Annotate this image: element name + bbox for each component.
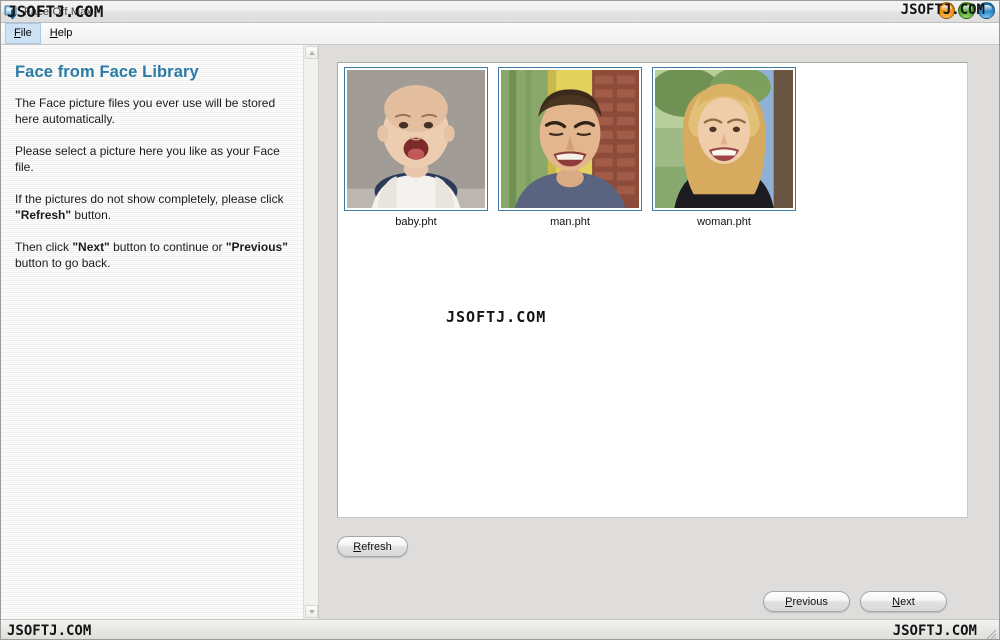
previous-label: revious [792,595,828,608]
thumbnail-image-woman [655,70,793,208]
window-controls [938,2,995,19]
instruction-text: Please select a picture here you like as… [15,144,280,174]
thumbnail-label: man.pht [550,216,590,228]
page-title: Face from Face Library [15,63,199,81]
thumbnail-item-man[interactable]: man.pht [498,67,642,228]
instruction-text: button to continue or [109,240,226,254]
instruction-text: button. [71,208,112,222]
window-title: Face Off Max [24,5,93,18]
thumbnail-label: woman.pht [697,216,751,228]
instruction-paragraph-3: If the pictures do not show completely, … [15,191,297,223]
menu-item-file[interactable]: File [5,23,41,44]
thumbnail-image-man [501,70,639,208]
instruction-emphasis-next: "Next" [72,240,110,254]
next-button[interactable]: Next [860,591,947,612]
scroll-up-arrow[interactable] [305,46,318,59]
instruction-emphasis-previous: "Previous" [225,240,288,254]
instruction-paragraph-1: The Face picture files you ever use will… [15,95,297,127]
close-button[interactable] [978,2,995,19]
refresh-label: efresh [361,540,392,553]
thumbnail-item-baby[interactable]: baby.pht [344,67,488,228]
instruction-text: The Face picture files you ever use will… [15,96,276,126]
menu-help-mnemonic: H [49,27,58,39]
watermark-center: JSOFTJ.COM [446,308,547,326]
watermark-status-right: JSOFTJ.COM [892,623,977,639]
instructions-content: Face from Face Library The Face picture … [1,45,318,271]
face-library-panel: baby.pht man.pht woman.pht JSOFTJ.COM [337,62,968,518]
body-area: Face from Face Library The Face picture … [1,45,999,619]
thumbnail-frame[interactable] [652,67,796,211]
application-window: Face Off Max JSOFTJ.COM JSOFTJ.COM File … [0,0,1000,640]
resize-grip[interactable] [983,626,997,639]
menu-file-rest: ile [20,27,32,39]
status-bar: JSOFTJ.COM JSOFTJ.COM [1,619,999,639]
thumbnail-gallery: baby.pht man.pht woman.pht [344,67,796,228]
thumbnail-frame[interactable] [498,67,642,211]
next-mnemonic: N [892,595,901,608]
menu-file-mnemonic: F [14,27,21,39]
instruction-text: Then click [15,240,73,254]
minimize-button[interactable] [938,2,955,19]
instructions-pane: Face from Face Library The Face picture … [1,45,319,619]
instruction-paragraph-2: Please select a picture here you like as… [15,143,297,175]
content-pane: baby.pht man.pht woman.pht JSOFTJ.COM R … [319,45,999,619]
thumbnail-frame[interactable] [344,67,488,211]
instruction-text: If the pictures do not show completely, … [15,192,284,206]
menu-help-rest: elp [57,27,73,39]
refresh-button[interactable]: Refresh [337,536,408,557]
previous-button[interactable]: Previous [763,591,850,612]
previous-mnemonic: P [785,595,793,608]
app-download-icon [4,4,20,20]
instruction-emphasis-refresh: "Refresh" [15,208,72,222]
instructions-scrollbar[interactable] [303,45,318,619]
instruction-text: button to go back. [15,256,111,270]
menu-bar: File Help [1,23,999,45]
thumbnail-item-woman[interactable]: woman.pht [652,67,796,228]
next-label: ext [900,595,915,608]
title-bar: Face Off Max JSOFTJ.COM JSOFTJ.COM [1,1,999,23]
thumbnail-image-baby [347,70,485,208]
maximize-button[interactable] [958,2,975,19]
watermark-status-left: JSOFTJ.COM [7,623,92,639]
scroll-down-arrow[interactable] [305,605,318,618]
instruction-paragraph-4: Then click "Next" button to continue or … [15,239,297,271]
refresh-mnemonic: R [353,540,362,553]
thumbnail-label: baby.pht [395,216,437,228]
menu-item-help[interactable]: Help [41,23,82,44]
